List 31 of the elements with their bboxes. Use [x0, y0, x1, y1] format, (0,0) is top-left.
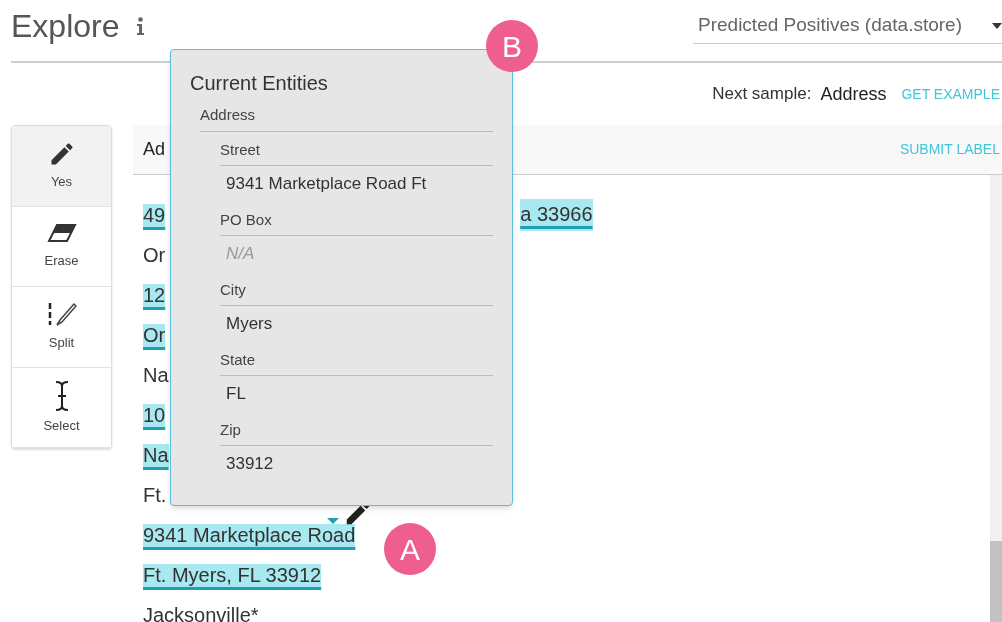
field-value[interactable]: Myers [220, 306, 493, 342]
scrollbar[interactable] [990, 175, 1002, 622]
tool-button[interactable]: Erase [12, 206, 111, 287]
field-value[interactable]: 9341 Marketplace Road Ft [220, 166, 493, 202]
field-label: Zip [220, 412, 493, 446]
dataset-dropdown[interactable]: Predicted Positives (data.store) [693, 8, 1002, 44]
document-line[interactable]: Or [143, 244, 166, 266]
field-label: City [220, 272, 493, 306]
document-line[interactable]: Ft. [143, 484, 167, 506]
field-label: Street [220, 132, 493, 166]
annotation-marker: B [486, 20, 538, 72]
next-sample-value: Address [820, 82, 887, 106]
tool-button[interactable]: Select [12, 367, 111, 448]
caret-down-icon [992, 22, 1002, 29]
field-label: State [220, 342, 493, 376]
tool-button[interactable]: Split [12, 287, 111, 368]
document-line[interactable]: Na [143, 364, 169, 386]
next-sample-label: Next sample: [712, 83, 812, 106]
info-icon[interactable] [135, 17, 145, 35]
page-title: Explore [11, 7, 120, 46]
field-value[interactable]: FL [220, 376, 493, 412]
field-label: PO Box [220, 202, 493, 236]
document-line[interactable]: Jacksonville* [143, 604, 259, 622]
document-title: Ad [143, 138, 166, 161]
popup-title: Current Entities [190, 71, 329, 96]
tool-button[interactable]: Yes [12, 126, 111, 207]
eraser-icon [46, 222, 77, 243]
annotation-marker: A [384, 523, 436, 575]
field-value[interactable]: 33912 [220, 446, 493, 482]
split-pen-icon [46, 301, 77, 329]
entity-group-label: Address [200, 104, 493, 132]
